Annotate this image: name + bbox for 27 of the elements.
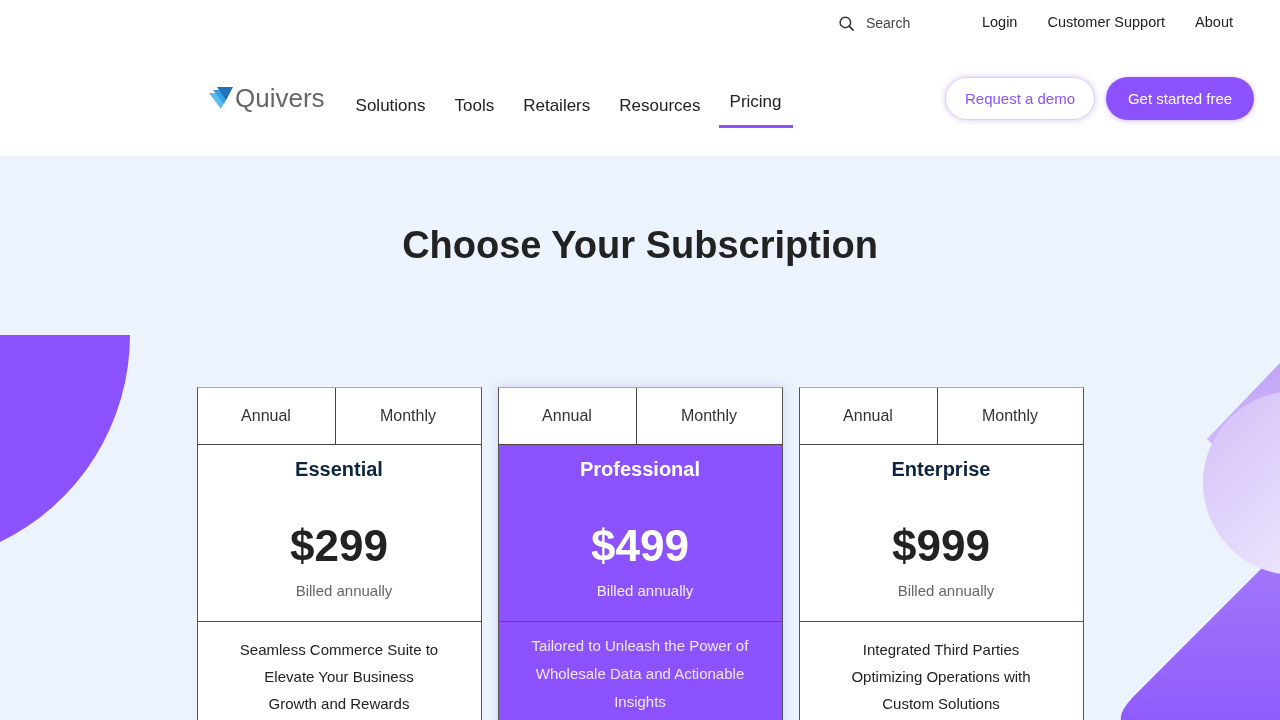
plan-description: Integrated Third Parties Optimizing Operations with Custom Solutions <box>850 640 1032 714</box>
plan-description: Tailored to Unleash the Power of Wholesale Data and Actionable Insights <box>530 636 750 712</box>
plan-description: Seamless Commerce Suite to Elevate Your Business Growth and Rewards <box>239 640 439 714</box>
page-heading: Choose Your Subscription <box>402 223 878 268</box>
top-link[interactable]: Customer Support <box>1047 14 1166 30</box>
billing-note: Billed annually <box>896 581 995 601</box>
plan-price: $999 <box>892 521 990 571</box>
plan-price: $299 <box>290 521 388 571</box>
search-icon[interactable] <box>838 15 854 31</box>
nav-link[interactable]: Pricing <box>718 82 793 128</box>
nav-link[interactable]: Resources <box>608 86 712 128</box>
top-link[interactable]: About <box>1195 14 1233 30</box>
plan-name: Essential <box>295 457 383 482</box>
billing-note: Billed annually <box>595 581 694 601</box>
plan-price: $499 <box>591 521 689 571</box>
search-field[interactable]: Search <box>865 15 912 31</box>
nav-link[interactable]: Tools <box>443 86 506 128</box>
billing-note: Billed annually <box>294 581 393 601</box>
plan-name: Professional <box>579 457 700 482</box>
plan-name: Enterprise <box>891 457 991 482</box>
get-started-button[interactable]: Get started free <box>1106 76 1254 120</box>
logo-icon[interactable] <box>209 87 233 109</box>
top-link[interactable]: Login <box>981 14 1018 30</box>
nav-link[interactable]: Solutions <box>344 86 437 128</box>
nav-link[interactable]: Retailers <box>512 86 602 128</box>
logo-text[interactable]: Quivers <box>235 83 325 113</box>
demo-button[interactable]: Request a demo <box>945 76 1095 120</box>
